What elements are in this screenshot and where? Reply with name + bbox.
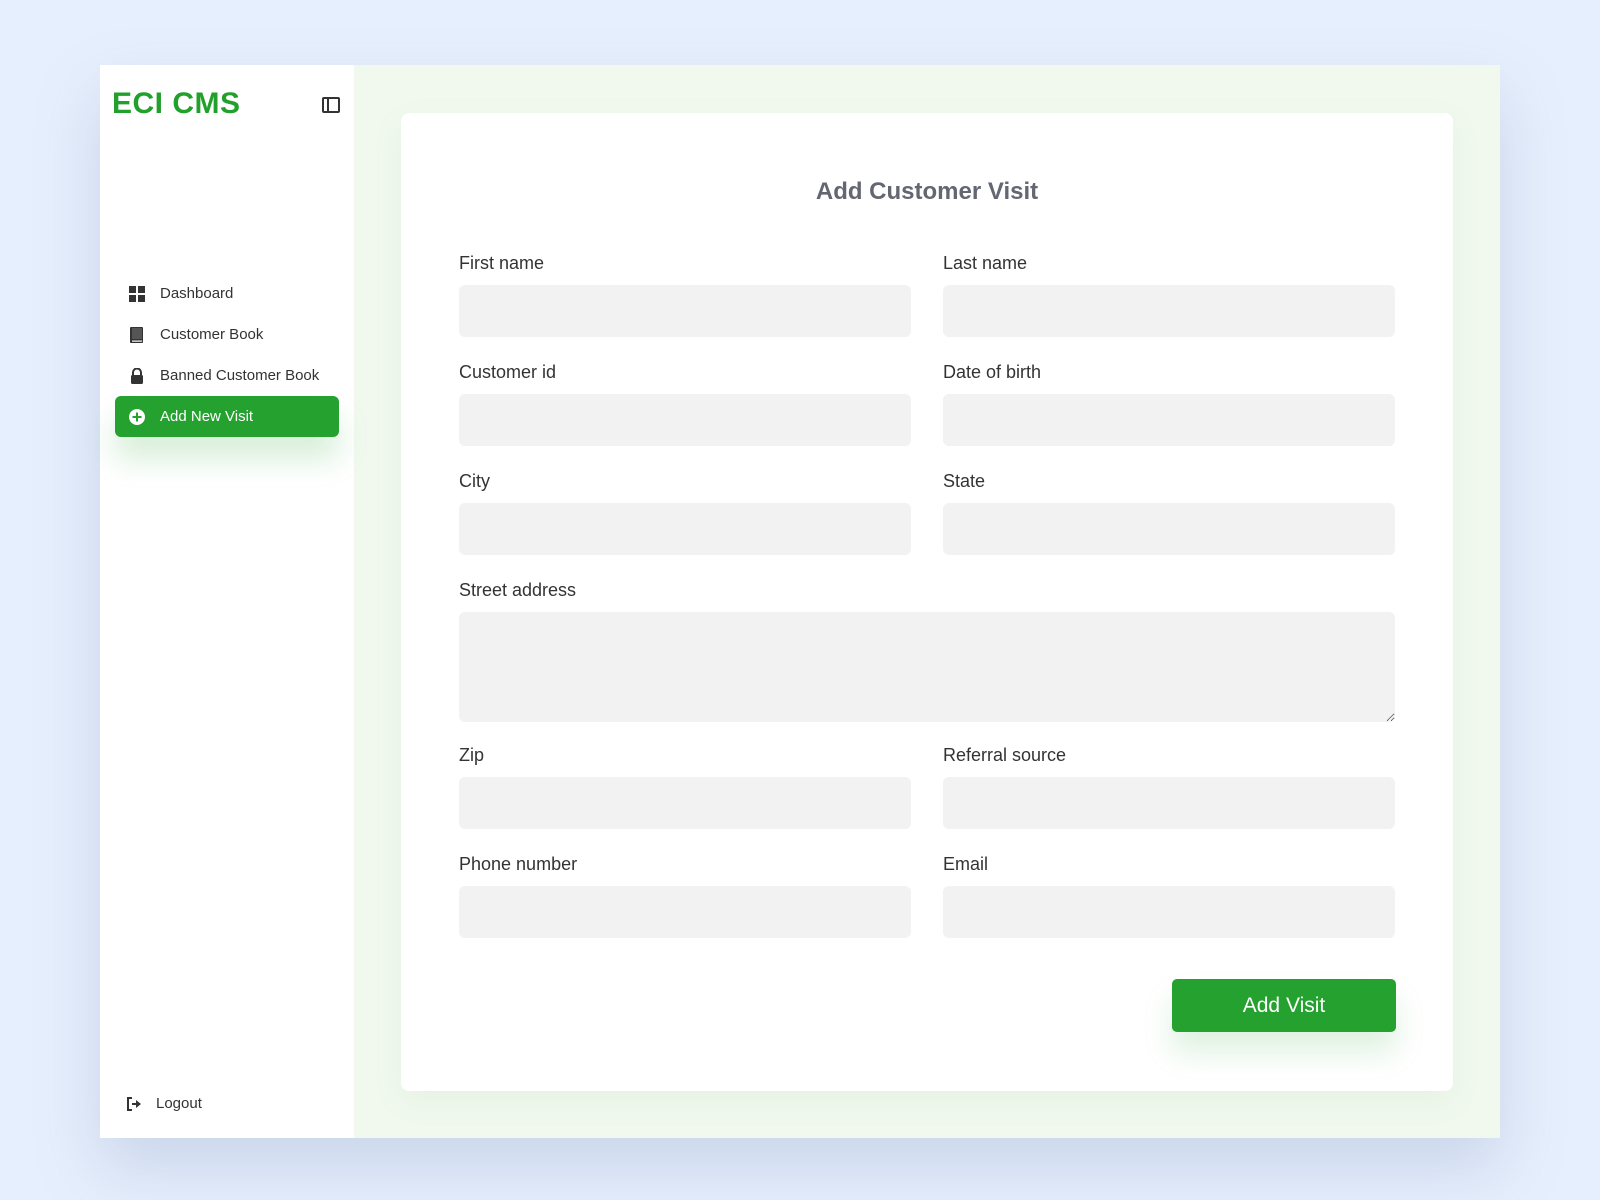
state-input[interactable]: [943, 503, 1395, 555]
sidebar-item-label: Customer Book: [160, 326, 264, 343]
phone-number-field: Phone number: [459, 854, 911, 938]
email-label: Email: [943, 854, 989, 874]
sidebar-item-label: Add New Visit: [160, 408, 254, 425]
zip-field: Zip: [459, 745, 911, 829]
city-label: City: [459, 471, 490, 491]
sidebar: ECI CMS Dashboard Customer Book Banned C…: [100, 65, 354, 1138]
phone-number-label: Phone number: [459, 854, 578, 874]
customer-id-field: Customer id: [459, 362, 911, 446]
sidebar-item-label: Dashboard: [160, 285, 234, 302]
last-name-field: Last name: [943, 253, 1395, 337]
sidebar-item-customer-book[interactable]: Customer Book: [115, 314, 339, 355]
referral-source-label: Referral source: [943, 745, 1067, 765]
email-input[interactable]: [943, 886, 1395, 938]
plus-circle-icon: [129, 408, 145, 425]
referral-source-input[interactable]: [943, 777, 1395, 829]
customer-id-label: Customer id: [459, 362, 557, 382]
lock-icon: [129, 367, 145, 384]
last-name-input[interactable]: [943, 285, 1395, 337]
city-input[interactable]: [459, 503, 911, 555]
logout-label: Logout: [156, 1095, 202, 1112]
first-name-input[interactable]: [459, 285, 911, 337]
sidebar-nav: Dashboard Customer Book Banned Customer …: [115, 273, 339, 437]
state-field: State: [943, 471, 1395, 555]
main-content: Add Customer Visit First name Last name …: [354, 65, 1500, 1138]
phone-number-input[interactable]: [459, 886, 911, 938]
sidebar-toggle-icon[interactable]: [322, 97, 340, 113]
street-address-field: Street address: [459, 580, 1395, 722]
sidebar-item-dashboard[interactable]: Dashboard: [115, 273, 339, 314]
city-field: City: [459, 471, 911, 555]
street-address-label: Street address: [459, 580, 577, 600]
last-name-label: Last name: [943, 253, 1028, 273]
add-visit-button[interactable]: Add Visit: [1172, 979, 1396, 1032]
street-address-input[interactable]: [459, 612, 1395, 722]
sidebar-item-add-new-visit[interactable]: Add New Visit: [115, 396, 339, 437]
zip-label: Zip: [459, 745, 485, 765]
sidebar-item-banned-customer-book[interactable]: Banned Customer Book: [115, 355, 339, 396]
page-title: Add Customer Visit: [815, 178, 1039, 205]
state-label: State: [943, 471, 986, 491]
app-window: ECI CMS Dashboard Customer Book Banned C…: [100, 65, 1500, 1138]
first-name-field: First name: [459, 253, 911, 337]
date-of-birth-label: Date of birth: [943, 362, 1042, 382]
sidebar-item-label: Banned Customer Book: [160, 367, 320, 384]
logout-button[interactable]: Logout: [126, 1095, 202, 1112]
date-of-birth-input[interactable]: [943, 394, 1395, 446]
logout-icon: [126, 1096, 142, 1112]
referral-source-field: Referral source: [943, 745, 1395, 829]
brand-logo: ECI CMS: [112, 87, 241, 120]
book-icon: [129, 326, 145, 343]
date-of-birth-field: Date of birth: [943, 362, 1395, 446]
customer-id-input[interactable]: [459, 394, 911, 446]
zip-input[interactable]: [459, 777, 911, 829]
add-visit-form-card: Add Customer Visit First name Last name …: [401, 113, 1453, 1091]
grid-icon: [129, 285, 145, 302]
first-name-label: First name: [459, 253, 545, 273]
email-field: Email: [943, 854, 1395, 938]
